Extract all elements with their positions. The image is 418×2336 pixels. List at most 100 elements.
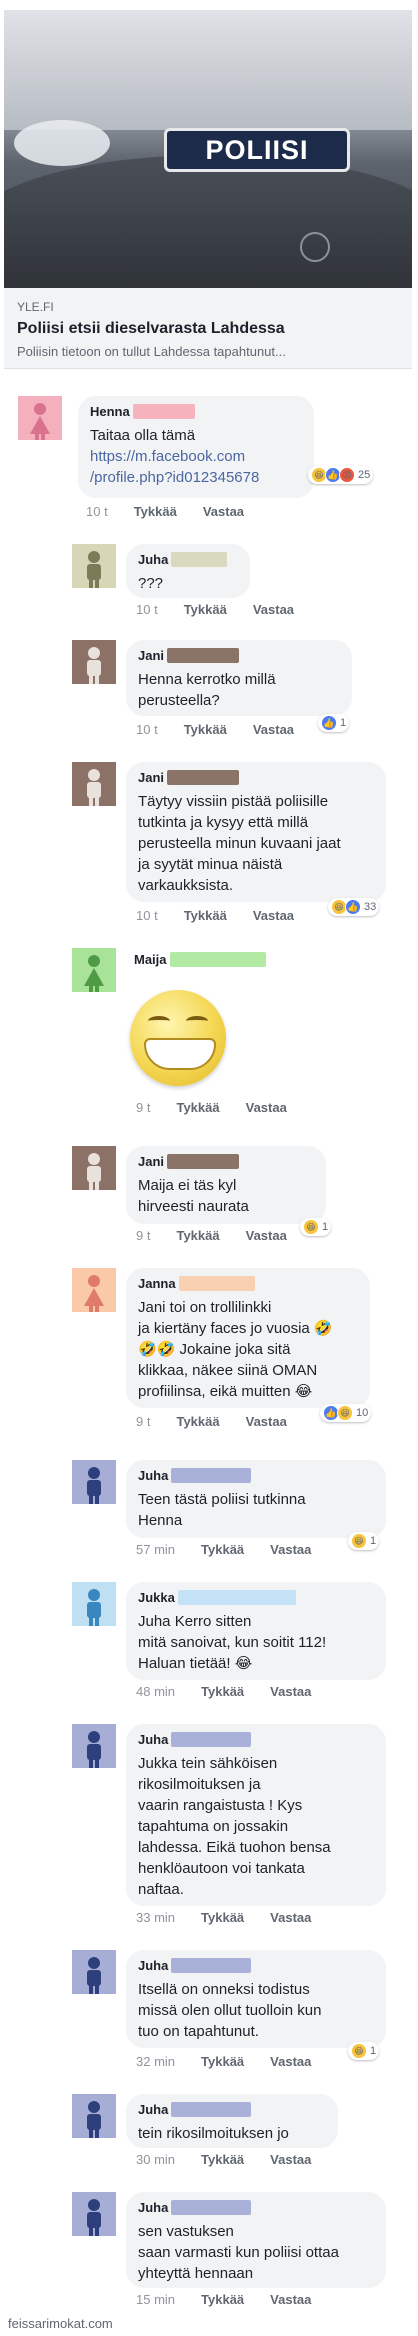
comment-bubble: Jani Henna kerrotko millä perusteella? — [126, 640, 352, 716]
avatar[interactable] — [72, 948, 116, 992]
like-button[interactable]: Tykkää — [201, 2054, 244, 2069]
comment-time: 57 min — [136, 1542, 176, 1557]
avatar[interactable] — [72, 1460, 116, 1504]
reaction-summary[interactable]: 😆 👍 33 — [328, 898, 380, 916]
comment-author[interactable]: Jani — [138, 648, 164, 663]
comment-bubble: Janna Jani toi on trollilinkki ja kiertä… — [126, 1268, 370, 1408]
haha-reaction-icon: 😆 — [303, 1219, 319, 1235]
reply-button[interactable]: Vastaa — [270, 2152, 311, 2167]
like-button[interactable]: Tykkää — [176, 1228, 219, 1243]
reply-button[interactable]: Vastaa — [253, 908, 294, 923]
person-icon — [87, 1467, 101, 1504]
comment-author[interactable]: Juha — [138, 2200, 168, 2215]
avatar[interactable] — [72, 2094, 116, 2138]
comment-text: tein rikosilmoituksen jo — [138, 2125, 289, 2142]
reaction-summary[interactable]: 😆 👍 😡 25 — [308, 466, 374, 484]
reply-button[interactable]: Vastaa — [270, 1684, 311, 1699]
reply-button[interactable]: Vastaa — [270, 2292, 311, 2307]
person-icon — [87, 1731, 101, 1768]
reaction-count: 1 — [322, 1221, 329, 1233]
like-button[interactable]: Tykkää — [184, 602, 227, 617]
grinning-emoji-sticker — [130, 990, 226, 1086]
like-button[interactable]: Tykkää — [201, 1684, 244, 1699]
comment-text: Juha Kerro sitten mitä sanoivat, kun soi… — [138, 1613, 327, 1672]
police-car-image[interactable]: POLIISI — [4, 10, 412, 288]
comment-time: 15 min — [136, 2292, 176, 2307]
like-button[interactable]: Tykkää — [201, 2152, 244, 2167]
reaction-summary[interactable]: 😆 1 — [300, 1218, 332, 1236]
reply-button[interactable]: Vastaa — [253, 602, 294, 617]
redacted-surname — [171, 552, 228, 567]
comment-text: Jani toi on trollilinkki ja kiertäny fac… — [138, 1299, 333, 1400]
redacted-surname — [167, 1154, 240, 1169]
like-button[interactable]: Tykkää — [176, 1100, 219, 1115]
female-person-icon — [30, 403, 50, 440]
like-button[interactable]: Tykkää — [176, 1414, 219, 1429]
comment-author[interactable]: Juha — [138, 1958, 168, 1973]
like-button[interactable]: Tykkää — [201, 2292, 244, 2307]
reaction-count: 25 — [358, 469, 371, 481]
avatar[interactable] — [72, 1268, 116, 1312]
reaction-summary[interactable]: 👍 1 — [318, 714, 350, 732]
avatar[interactable] — [72, 762, 116, 806]
reaction-summary[interactable]: 😆 1 — [348, 2042, 380, 2060]
reply-button[interactable]: Vastaa — [270, 1910, 311, 1925]
comment-bubble: Juha sen vastuksen saan varmasti kun pol… — [126, 2192, 386, 2288]
reply-button[interactable]: Vastaa — [270, 2054, 311, 2069]
comment-text: sen vastuksen saan varmasti kun poliisi … — [138, 2223, 339, 2282]
avatar[interactable] — [18, 396, 62, 440]
reaction-summary[interactable]: 😆 1 — [348, 1532, 380, 1550]
avatar[interactable] — [72, 544, 116, 588]
reply-button[interactable]: Vastaa — [270, 1542, 311, 1557]
like-button[interactable]: Tykkää — [134, 504, 177, 519]
reply-button[interactable]: Vastaa — [203, 504, 244, 519]
like-button[interactable]: Tykkää — [201, 1910, 244, 1925]
comment-author[interactable]: Juha — [138, 2102, 168, 2117]
redacted-surname — [167, 648, 240, 663]
reaction-count: 10 — [356, 1407, 369, 1419]
like-button[interactable]: Tykkää — [201, 1542, 244, 1557]
reply-button[interactable]: Vastaa — [246, 1100, 287, 1115]
comment-author[interactable]: Henna — [90, 404, 130, 419]
profile-link[interactable]: https://m.facebook.com /profile.php?id01… — [90, 448, 259, 486]
reply-button[interactable]: Vastaa — [246, 1414, 287, 1429]
police-sign: POLIISI — [164, 128, 350, 172]
comment-author[interactable]: Maija — [134, 952, 167, 967]
comment-text: Henna kerrotko millä perusteella? — [138, 671, 276, 709]
avatar[interactable] — [72, 1582, 116, 1626]
like-button[interactable]: Tykkää — [184, 908, 227, 923]
comment-author[interactable]: Jani — [138, 1154, 164, 1169]
redacted-surname — [167, 770, 240, 785]
reply-button[interactable]: Vastaa — [246, 1228, 287, 1243]
reaction-count: 1 — [370, 2045, 377, 2057]
comment-time: 30 min — [136, 2152, 176, 2167]
comment-author[interactable]: Janna — [138, 1276, 176, 1291]
avatar[interactable] — [72, 2192, 116, 2236]
like-button[interactable]: Tykkää — [184, 722, 227, 737]
redacted-surname — [178, 1276, 255, 1291]
reply-button[interactable]: Vastaa — [253, 722, 294, 737]
comment-bubble: Juha ??? — [126, 544, 250, 598]
comment-bubble: Juha Teen tästä poliisi tutkinna Henna — [126, 1460, 386, 1538]
watermark: feissarimokat.com — [8, 2316, 113, 2331]
comment-author[interactable]: Juha — [138, 1468, 168, 1483]
comment-bubble: Henna Taitaa olla tämä https://m.faceboo… — [78, 396, 314, 498]
haha-reaction-icon: 😆 — [351, 2043, 367, 2059]
link-title[interactable]: Poliisi etsii dieselvarasta Lahdessa — [17, 320, 285, 338]
comment-time: 32 min — [136, 2054, 176, 2069]
avatar[interactable] — [72, 1724, 116, 1768]
avatar[interactable] — [72, 1950, 116, 1994]
avatar[interactable] — [72, 1146, 116, 1190]
comment-author[interactable]: Jani — [138, 770, 164, 785]
comment-bubble: Juha Jukka tein sähköisen rikosilmoituks… — [126, 1724, 386, 1906]
comment-author[interactable]: Juha — [138, 552, 168, 567]
comment-time: 48 min — [136, 1684, 176, 1699]
link-preview-card[interactable]: POLIISI YLE.FI Poliisi etsii dieselvaras… — [0, 0, 418, 374]
avatar[interactable] — [72, 640, 116, 684]
person-icon — [87, 647, 101, 684]
comment-author[interactable]: Jukka — [138, 1590, 175, 1605]
link-preview-meta[interactable]: YLE.FI Poliisi etsii dieselvarasta Lahde… — [4, 288, 412, 369]
comment-bubble: Jukka Juha Kerro sitten mitä sanoivat, k… — [126, 1582, 386, 1680]
comment-author[interactable]: Juha — [138, 1732, 168, 1747]
reaction-summary[interactable]: 👍 😆 10 — [320, 1404, 372, 1422]
